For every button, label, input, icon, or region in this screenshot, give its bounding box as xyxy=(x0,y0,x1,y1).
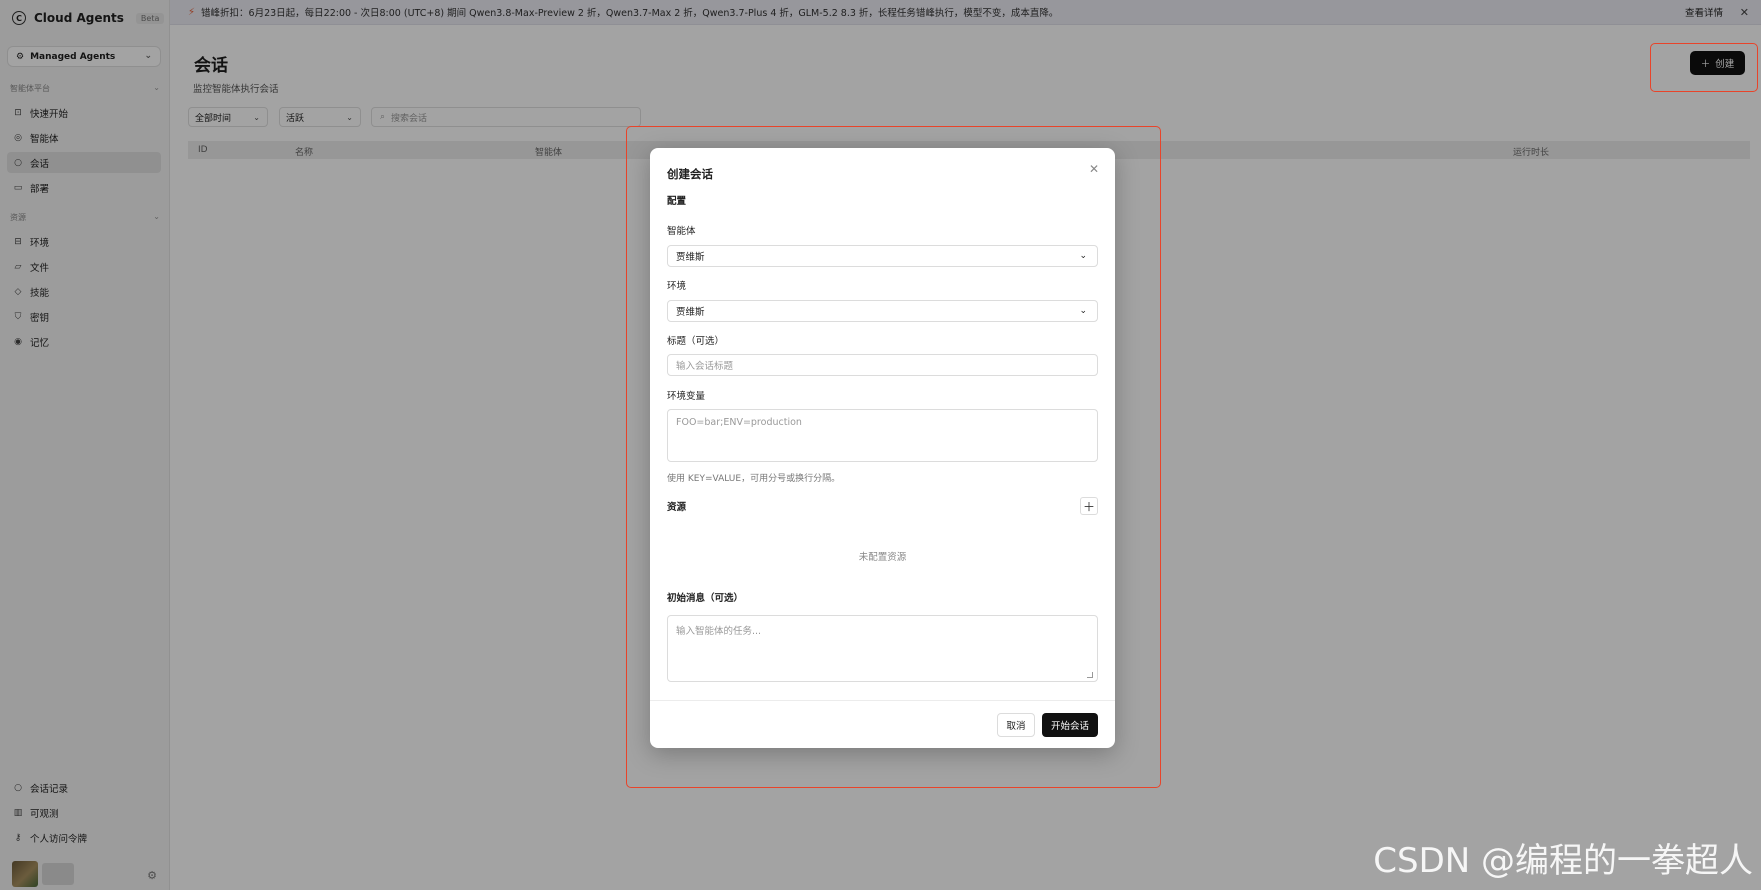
agent-select[interactable]: 贾维斯 ⌄ xyxy=(667,245,1098,267)
resize-handle-icon[interactable] xyxy=(1087,672,1093,678)
watermark: CSDN @编程的一拳超人 xyxy=(1373,841,1753,881)
envvars-textarea[interactable]: FOO=bar;ENV=production xyxy=(667,409,1098,462)
envvars-hint: 使用 KEY=VALUE，可用分号或换行分隔。 xyxy=(667,474,841,484)
init-message-textarea[interactable]: 输入智能体的任务... xyxy=(667,615,1098,682)
agent-label: 智能体 xyxy=(667,226,696,237)
envvars-placeholder: FOO=bar;ENV=production xyxy=(676,417,802,428)
init-message-label: 初始消息（可选） xyxy=(667,593,744,604)
env-value: 贾维斯 xyxy=(676,307,705,318)
chevron-down-icon: ⌄ xyxy=(1079,251,1087,261)
close-icon[interactable]: ✕ xyxy=(1089,162,1099,176)
title-input[interactable]: 输入会话标题 xyxy=(667,354,1098,376)
env-label: 环境 xyxy=(667,281,687,292)
plus-icon: ＋ xyxy=(1082,499,1095,514)
init-message-placeholder: 输入智能体的任务... xyxy=(676,626,762,637)
annotation-box-create xyxy=(1650,43,1758,92)
add-resource-button[interactable]: ＋ xyxy=(1080,497,1098,515)
env-select[interactable]: 贾维斯 ⌄ xyxy=(667,300,1098,322)
chevron-down-icon: ⌄ xyxy=(1079,306,1087,316)
dialog-title: 创建会话 xyxy=(667,167,713,181)
create-session-dialog: 创建会话 ✕ 配置 智能体 贾维斯 ⌄ 环境 贾维斯 ⌄ 标题（可选） 输入会话… xyxy=(650,148,1115,748)
cancel-button[interactable]: 取消 xyxy=(997,713,1035,737)
config-section-label: 配置 xyxy=(667,196,687,207)
resources-label: 资源 xyxy=(667,502,687,513)
title-field-label: 标题（可选） xyxy=(667,336,725,347)
agent-value: 贾维斯 xyxy=(676,252,705,263)
envvars-label: 环境变量 xyxy=(667,391,706,402)
dialog-footer: 取消 开始会话 xyxy=(650,700,1115,748)
start-session-button[interactable]: 开始会话 xyxy=(1042,713,1098,737)
title-placeholder: 输入会话标题 xyxy=(676,361,734,372)
resources-empty-text: 未配置资源 xyxy=(858,552,907,563)
